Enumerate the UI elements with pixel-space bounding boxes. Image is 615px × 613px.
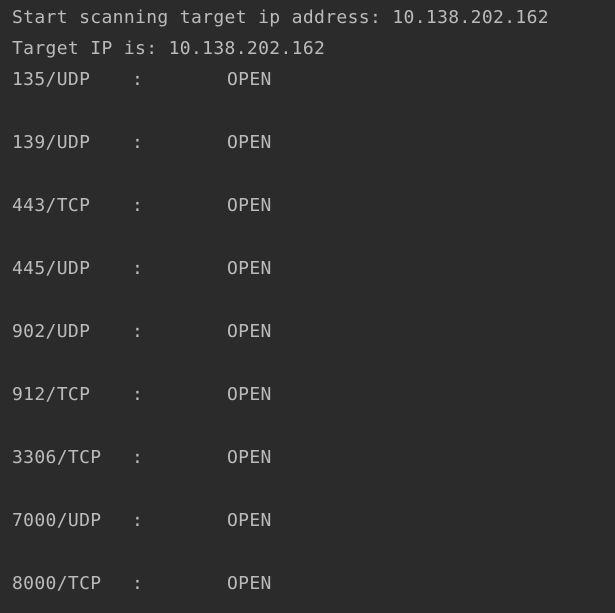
- port-status: OPEN: [227, 510, 272, 531]
- result-row: 3306/TCP : OPEN: [12, 447, 271, 469]
- separator: :: [132, 69, 144, 90]
- separator: :: [132, 447, 144, 468]
- result-row: 902/UDP : OPEN: [12, 321, 271, 343]
- port-label: 7000/UDP: [12, 510, 102, 531]
- port-status: OPEN: [227, 258, 272, 279]
- port-status: OPEN: [227, 69, 272, 90]
- port-status: OPEN: [227, 447, 272, 468]
- port-label: 912/TCP: [12, 384, 91, 405]
- scan-start-line: Start scanning target ip address: 10.138…: [12, 7, 549, 28]
- port-status: OPEN: [227, 132, 272, 153]
- result-row: 445/UDP : OPEN: [12, 258, 271, 280]
- separator: :: [132, 321, 144, 342]
- console-output: Start scanning target ip address: 10.138…: [0, 0, 615, 613]
- port-status: OPEN: [227, 573, 272, 594]
- port-status: OPEN: [227, 321, 272, 342]
- port-status: OPEN: [227, 384, 272, 405]
- separator: :: [132, 384, 144, 405]
- result-row: 139/UDP : OPEN: [12, 132, 271, 154]
- result-row: 135/UDP : OPEN: [12, 69, 271, 91]
- result-row: 443/TCP : OPEN: [12, 195, 271, 217]
- target-ip-line: Target IP is: 10.138.202.162: [12, 38, 326, 59]
- port-label: 139/UDP: [12, 132, 91, 153]
- result-row: 7000/UDP : OPEN: [12, 510, 271, 532]
- port-status: OPEN: [227, 195, 272, 216]
- port-label: 443/TCP: [12, 195, 91, 216]
- separator: :: [132, 258, 144, 279]
- port-label: 445/UDP: [12, 258, 91, 279]
- separator: :: [132, 132, 144, 153]
- port-label: 8000/TCP: [12, 573, 102, 594]
- separator: :: [132, 573, 144, 594]
- result-row: 912/TCP : OPEN: [12, 384, 271, 406]
- result-row: 8000/TCP : OPEN: [12, 573, 271, 595]
- separator: :: [132, 510, 144, 531]
- port-label: 3306/TCP: [12, 447, 102, 468]
- separator: :: [132, 195, 144, 216]
- port-label: 902/UDP: [12, 321, 91, 342]
- port-label: 135/UDP: [12, 69, 91, 90]
